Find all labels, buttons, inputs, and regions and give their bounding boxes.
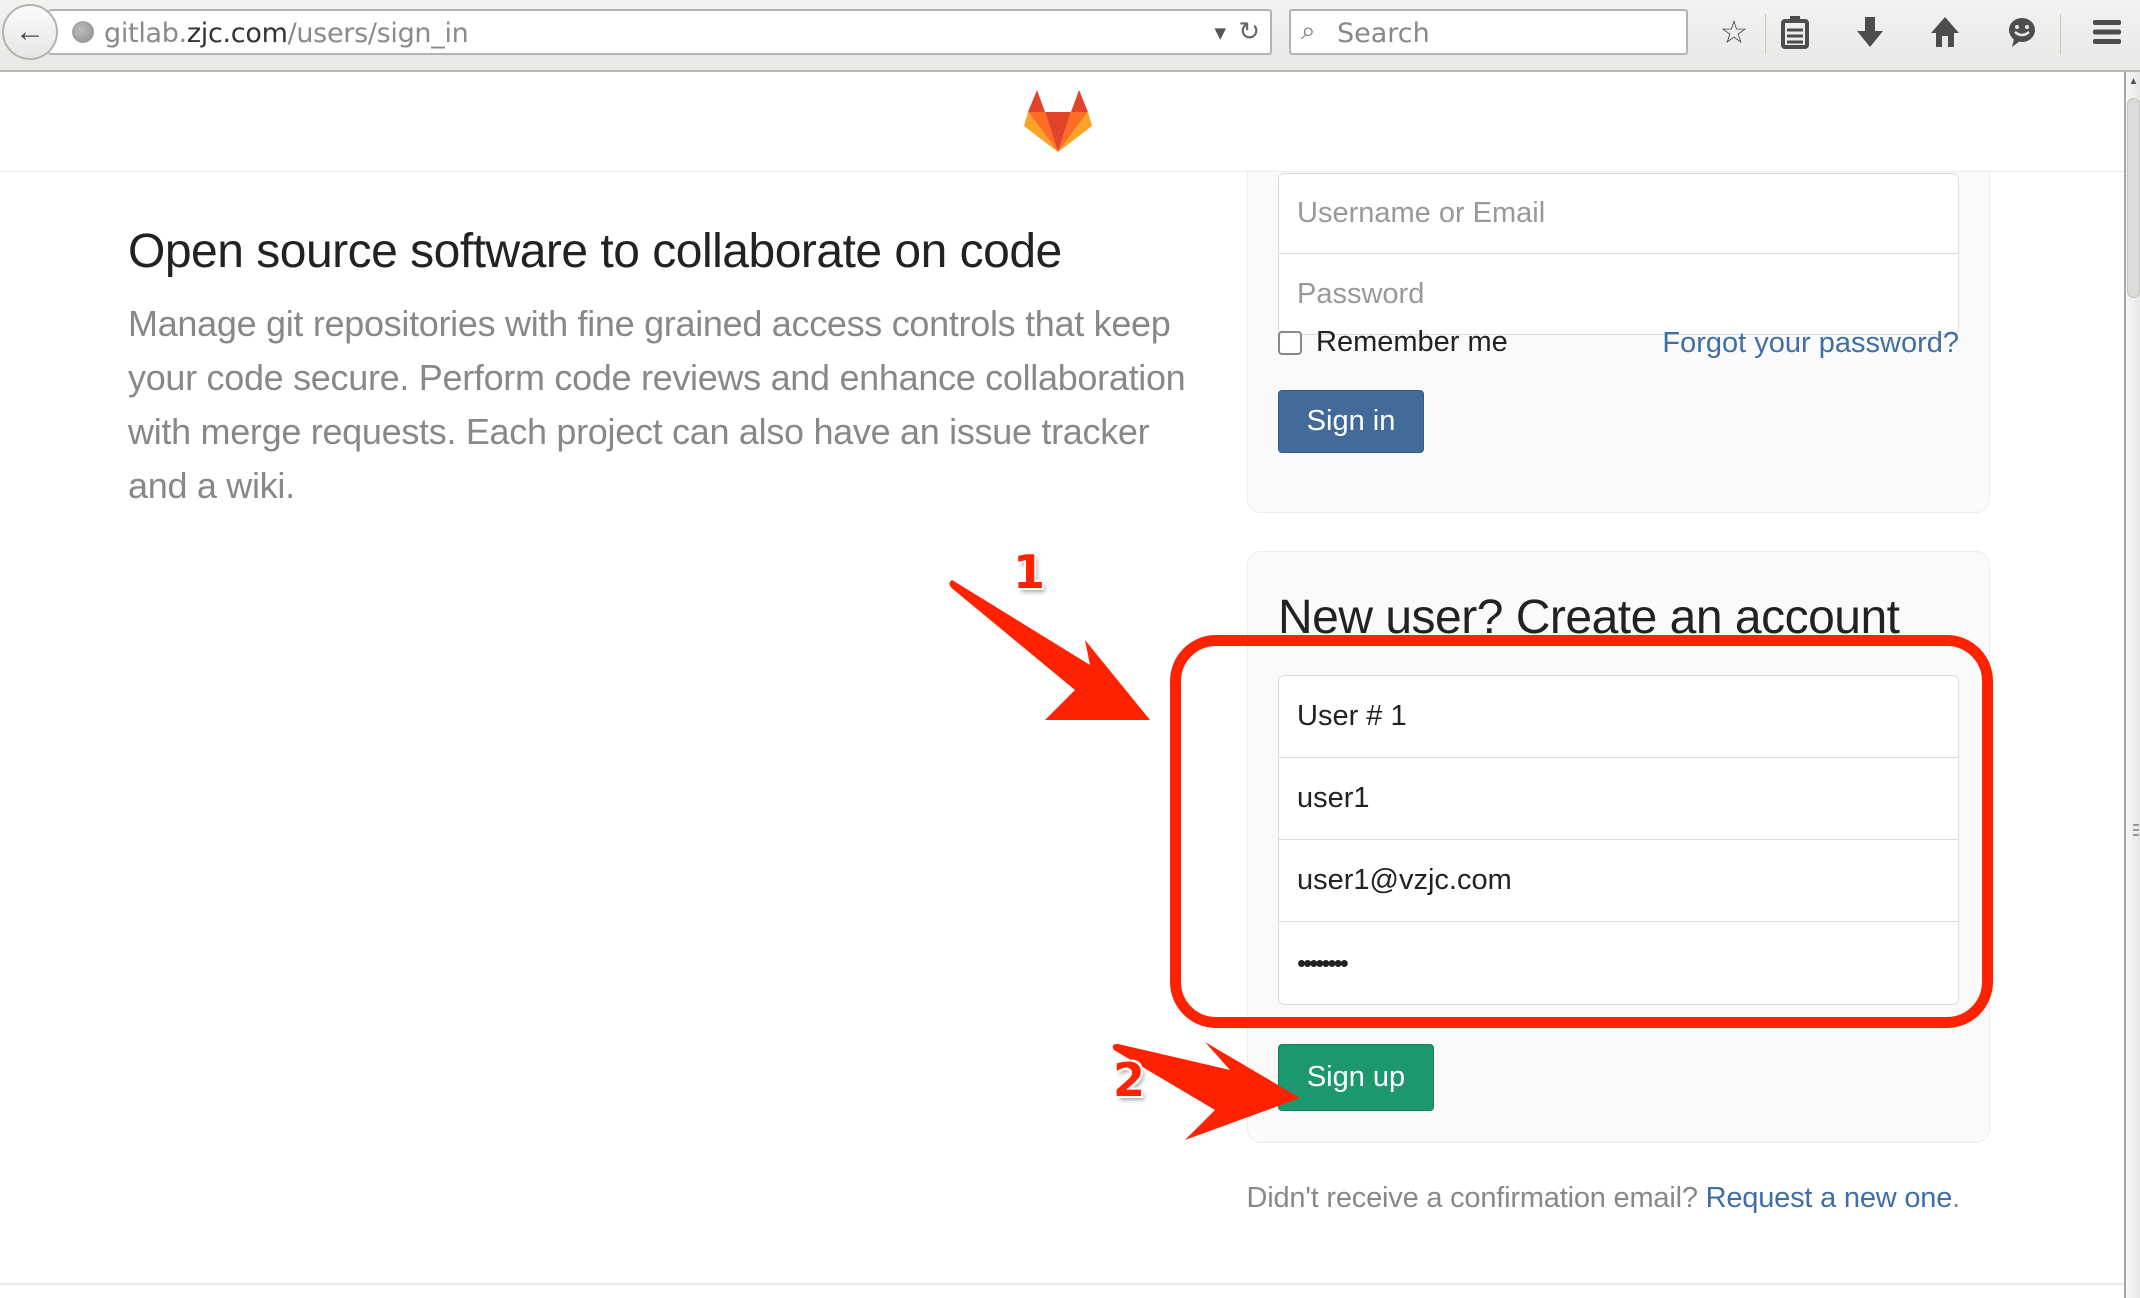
signin-fields xyxy=(1278,173,1959,335)
checkbox-icon[interactable] xyxy=(1278,330,1302,355)
toolbar-separator xyxy=(1765,14,1766,54)
gitlab-header xyxy=(0,72,2124,172)
confirmation-email-notice: Didn't receive a confirmation email? Req… xyxy=(1246,1182,1961,1214)
toolbar-separator xyxy=(2060,14,2061,54)
address-bar[interactable]: gitlab.zjc.com/users/sign_in ▼ ↻ xyxy=(48,9,1272,55)
search-input[interactable]: ⌕ Search xyxy=(1289,9,1688,55)
search-icon: ⌕ xyxy=(1301,16,1316,46)
reading-list-icon[interactable] xyxy=(1773,10,1817,54)
sign-up-button[interactable]: Sign up xyxy=(1278,1044,1434,1111)
page-scrollbar[interactable]: ▲ xyxy=(2124,72,2140,1298)
scrollbar-thumb[interactable] xyxy=(2127,98,2140,298)
intro-description: Manage git repositories with fine graine… xyxy=(128,303,1186,506)
downloads-icon[interactable] xyxy=(1848,10,1892,54)
sign-in-button[interactable]: Sign in xyxy=(1278,390,1424,453)
step-2-label: 2 xyxy=(1113,1053,1146,1107)
bookmark-star-icon[interactable]: ☆ xyxy=(1712,10,1756,54)
url-history-dropdown-icon[interactable]: ▼ xyxy=(1214,24,1226,42)
home-icon[interactable] xyxy=(1923,10,1967,54)
password-input[interactable] xyxy=(1279,254,1958,334)
reload-icon[interactable]: ↻ xyxy=(1238,17,1260,47)
back-button[interactable]: ← xyxy=(2,4,58,60)
footer-divider xyxy=(0,1283,2124,1285)
request-new-confirmation-link[interactable]: Request a new one xyxy=(1706,1182,1953,1214)
search-placeholder: Search xyxy=(1337,18,1430,49)
new-username-input[interactable] xyxy=(1279,758,1958,840)
intro-title: Open source software to collaborate on c… xyxy=(128,225,1062,278)
username-input[interactable] xyxy=(1279,174,1958,254)
back-arrow-icon: ← xyxy=(15,15,45,48)
chat-icon[interactable] xyxy=(2000,10,2044,54)
browser-toolbar: ← gitlab.zjc.com/users/sign_in ▼ ↻ ⌕ Sea… xyxy=(0,0,2140,72)
resize-grip-icon xyxy=(2133,824,2139,838)
new-password-input[interactable] xyxy=(1279,922,1958,1004)
gitlab-logo-icon[interactable] xyxy=(1024,90,1092,154)
remember-me-label: Remember me xyxy=(1316,326,1508,358)
name-input[interactable] xyxy=(1279,676,1958,758)
signin-card: Remember me Forgot your password? Sign i… xyxy=(1247,172,1990,513)
signup-fields xyxy=(1278,675,1959,1005)
email-input[interactable] xyxy=(1279,840,1958,922)
confirmation-text: Didn't receive a confirmation email? xyxy=(1246,1182,1706,1214)
url-text: gitlab.zjc.com/users/sign_in xyxy=(104,18,469,49)
forgot-password-link[interactable]: Forgot your password? xyxy=(1662,327,1959,360)
scroll-up-arrow-icon[interactable]: ▲ xyxy=(2127,76,2140,98)
remember-me-checkbox[interactable]: Remember me xyxy=(1278,326,1508,359)
step-1-label: 1 xyxy=(1013,545,1046,599)
globe-icon xyxy=(72,21,94,43)
menu-icon[interactable] xyxy=(2085,10,2129,54)
signup-title: New user? Create an account xyxy=(1278,591,1900,644)
page-content: Open source software to collaborate on c… xyxy=(0,172,2124,1298)
